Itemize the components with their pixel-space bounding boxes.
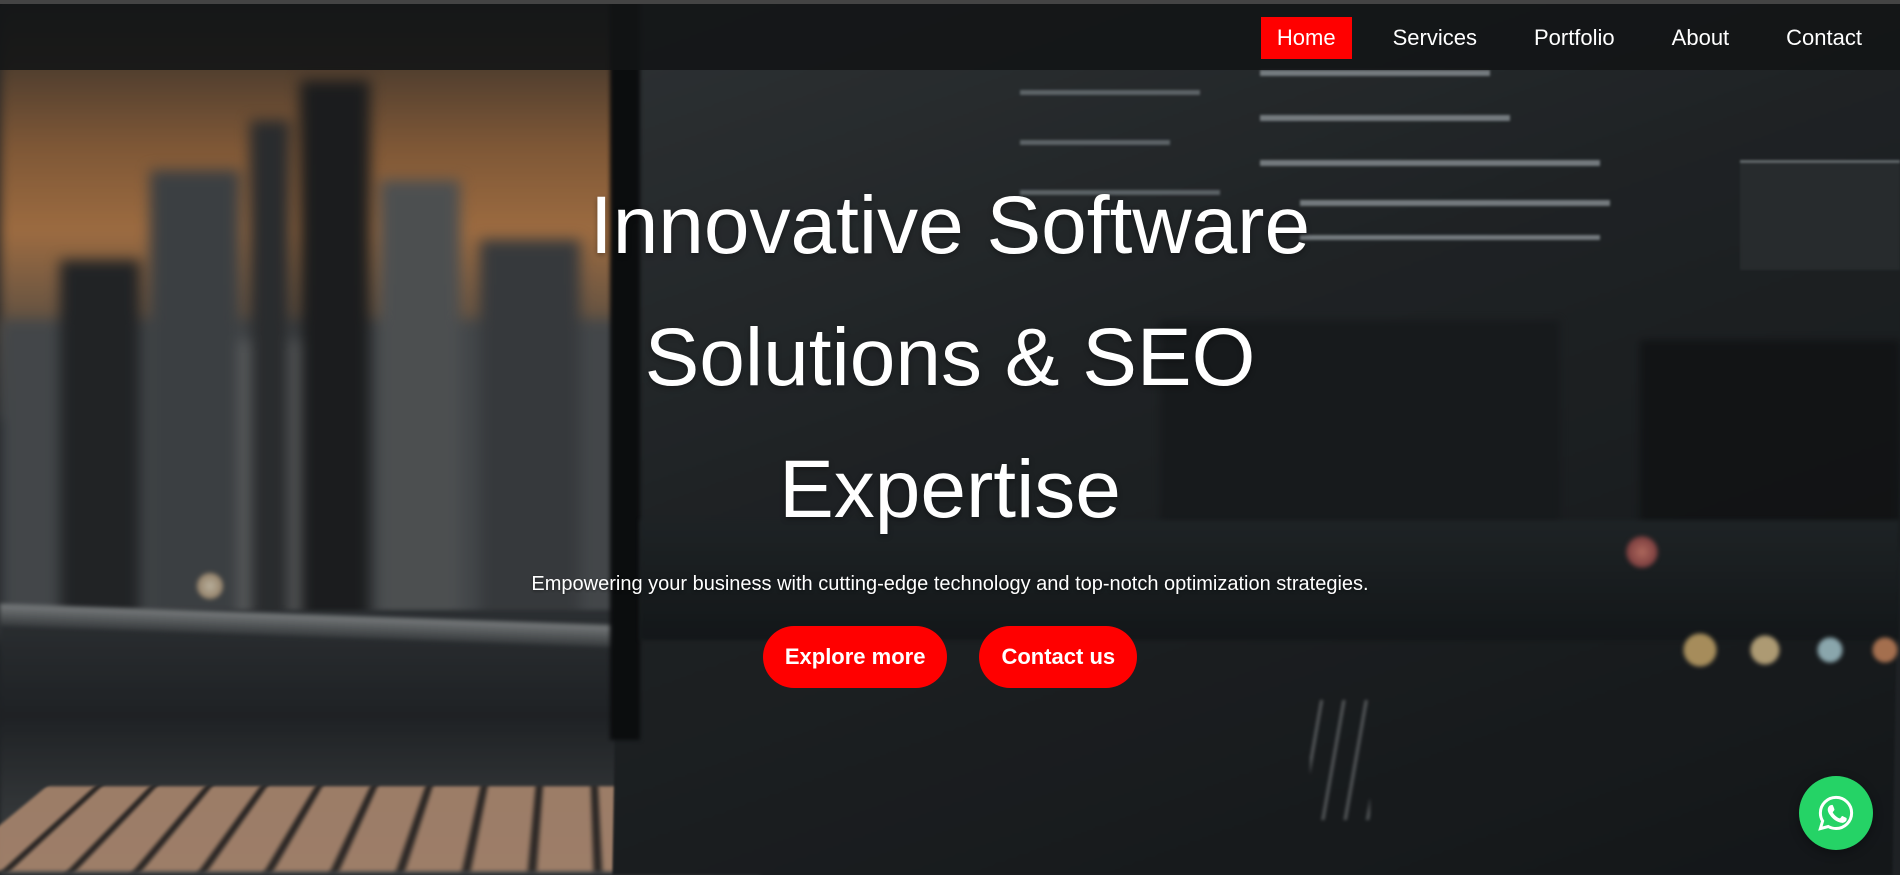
contact-us-button[interactable]: Contact us (979, 626, 1137, 688)
hero-subtitle: Empowering your business with cutting-ed… (340, 572, 1560, 596)
explore-more-button[interactable]: Explore more (763, 626, 948, 688)
nav-link-services[interactable]: Services (1377, 17, 1493, 59)
nav-link-contact[interactable]: Contact (1770, 17, 1878, 59)
hero-title: Innovative Software Solutions & SEO Expe… (540, 160, 1360, 556)
nav-link-about[interactable]: About (1656, 17, 1746, 59)
main-navbar: Home Services Portfolio About Contact (0, 4, 1900, 70)
nav-link-portfolio[interactable]: Portfolio (1518, 17, 1631, 59)
nav-link-home[interactable]: Home (1261, 17, 1352, 59)
whatsapp-button[interactable] (1799, 776, 1873, 850)
cta-row: Explore more Contact us (340, 626, 1560, 688)
hero-content: Innovative Software Solutions & SEO Expe… (340, 160, 1560, 688)
whatsapp-icon (1816, 793, 1856, 833)
nav-list: Home Services Portfolio About Contact (1236, 17, 1878, 59)
